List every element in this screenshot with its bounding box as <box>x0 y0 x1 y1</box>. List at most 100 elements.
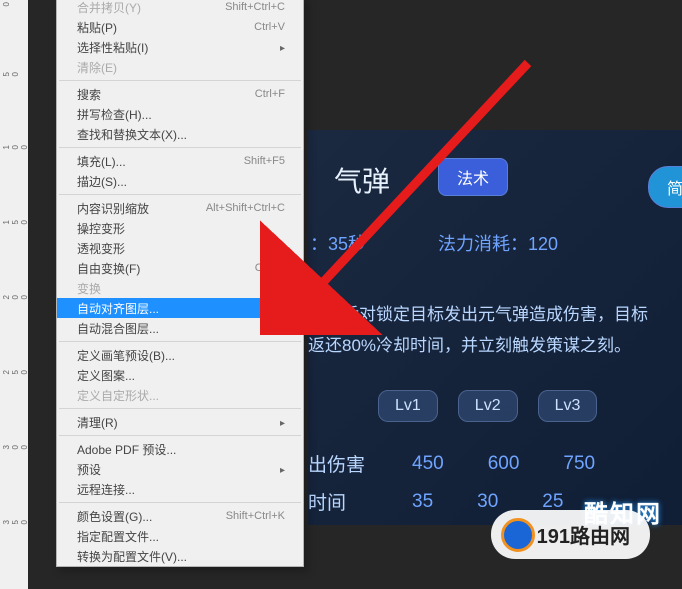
menu-item-label: 内容识别缩放 <box>77 200 149 217</box>
menu-item-shortcut: Ctrl+V <box>254 21 285 33</box>
ruler-tick: 200 <box>2 295 29 299</box>
menu-item[interactable]: 选择性粘贴(I) <box>57 37 303 57</box>
menu-item-shortcut: Ctrl+F <box>255 88 285 100</box>
menu-item-label: 选择性粘贴(I) <box>77 39 148 56</box>
menu-separator <box>59 147 301 148</box>
menu-item[interactable]: 远程连接... <box>57 479 303 499</box>
mana-label: 法力消耗：120 <box>438 230 558 256</box>
ruler-tick: 150 <box>2 220 29 224</box>
menu-item[interactable]: 透视变形 <box>57 238 303 258</box>
menu-item[interactable]: 描边(S)... <box>57 171 303 191</box>
menu-item-label: 填充(L)... <box>77 153 126 170</box>
level-badge: Lv3 <box>538 390 598 422</box>
watermark-191: 191路由网 <box>491 510 650 559</box>
menu-item-label: 定义自定形状... <box>77 387 159 404</box>
menu-item-label: 粘贴(P) <box>77 19 117 36</box>
menu-item-label: 透视变形 <box>77 240 125 257</box>
cell: 35 <box>412 491 433 513</box>
menu-item[interactable]: 清理(R) <box>57 412 303 432</box>
menu-item[interactable]: 搜索 Ctrl+F <box>57 84 303 104</box>
menu-item-label: 自由变换(F) <box>77 260 140 277</box>
menu-item-label: 定义图案... <box>77 367 135 384</box>
menu-item[interactable]: 操控变形 <box>57 218 303 238</box>
edit-context-menu[interactable]: 合并拷贝(Y) Shift+Ctrl+C 粘贴(P) Ctrl+V 选择性粘贴(I) 清除… <box>56 0 304 567</box>
menu-item-shortcut: Shift+Ctrl+K <box>226 510 285 522</box>
skill-title: 气弹 <box>334 160 390 200</box>
cell: 600 <box>488 453 520 475</box>
menu-item[interactable]: 查找和替换文本(X)... <box>57 124 303 144</box>
menu-item-label: 定义画笔预设(B)... <box>77 347 175 364</box>
menu-item[interactable]: 定义画笔预设(B)... <box>57 345 303 365</box>
menu-item-label: 转换为配置文件(V)... <box>77 548 187 565</box>
cell: 450 <box>412 453 444 475</box>
ruler-tick: 300 <box>2 445 29 449</box>
menu-item[interactable]: 指定配置文件... <box>57 526 303 546</box>
menu-item-label: 操控变形 <box>77 220 125 237</box>
menu-item[interactable]: 定义图案... <box>57 365 303 385</box>
menu-item[interactable]: 内容识别缩放Alt+Shift+Ctrl+C <box>57 198 303 218</box>
menu-item-label: 清理(R) <box>77 414 118 431</box>
menu-item-shortcut: Shift+Ctrl+C <box>225 1 285 13</box>
menu-item[interactable]: 自动混合图层... <box>57 318 303 338</box>
menu-item-label: 拼写检查(H)... <box>77 106 152 123</box>
menu-item-label: 描边(S)... <box>77 173 127 190</box>
menu-item: 合并拷贝(Y) Shift+Ctrl+C <box>57 0 303 17</box>
menu-item-label: 颜色设置(G)... <box>77 508 152 525</box>
ruler-tick: 100 <box>2 145 29 149</box>
cooldown-label: ：35秒 <box>310 230 366 256</box>
vertical-ruler: 0 50 100 150 200 250 300 350 <box>0 0 28 589</box>
cell: 30 <box>477 491 498 513</box>
game-skill-panel: 气弹 法术 简 ：35秒 法力消耗：120 蓄力后对锁定目标发出元气弹造成伤害，… <box>308 130 682 525</box>
menu-item-label: 清除(E) <box>77 59 117 76</box>
desc-line: 返还80%冷却时间，并立刻触发策谋之刻。 <box>308 336 631 355</box>
menu-item-shortcut: Shift+F5 <box>244 155 285 167</box>
chevron-right-icon <box>280 415 285 429</box>
menu-item[interactable]: 转换为配置文件(V)... <box>57 546 303 566</box>
ruler-tick: 350 <box>2 520 29 524</box>
menu-separator <box>59 408 301 409</box>
menu-item[interactable]: Adobe PDF 预设... <box>57 439 303 459</box>
menu-item-label: 合并拷贝(Y) <box>77 0 141 16</box>
ruler-tick: 50 <box>2 72 20 76</box>
chevron-right-icon <box>280 40 285 54</box>
skill-description: 蓄力后对锁定目标发出元气弹造成伤害，目标 返还80%冷却时间，并立刻触发策谋之刻… <box>308 300 682 361</box>
ruler-tick: 250 <box>2 370 29 374</box>
menu-item: 定义自定形状... <box>57 385 303 405</box>
ruler-tick: 0 <box>2 2 11 6</box>
skill-type-badge: 法术 <box>438 158 508 196</box>
menu-item-label: Adobe PDF 预设... <box>77 441 176 458</box>
mode-badge[interactable]: 简 <box>648 166 682 208</box>
menu-item-label: 指定配置文件... <box>77 528 159 545</box>
menu-separator <box>59 502 301 503</box>
menu-item-shortcut: Ctrl+T <box>255 262 285 274</box>
menu-item-label: 查找和替换文本(X)... <box>77 126 187 143</box>
menu-separator <box>59 435 301 436</box>
menu-separator <box>59 194 301 195</box>
menu-item-label: 自动混合图层... <box>77 320 159 337</box>
menu-item-label: 搜索 <box>77 86 101 103</box>
level-badge: Lv2 <box>458 390 518 422</box>
menu-item: 变换 <box>57 278 303 298</box>
row-label: 出伤害 <box>308 450 368 477</box>
menu-item[interactable]: 拼写检查(H)... <box>57 104 303 124</box>
level-badge: Lv1 <box>378 390 438 422</box>
level-header-row: Lv1 Lv2 Lv3 <box>378 390 597 422</box>
table-row: 出伤害 450 600 750 <box>308 450 595 477</box>
menu-item[interactable]: 粘贴(P) Ctrl+V <box>57 17 303 37</box>
menu-item: 清除(E) <box>57 57 303 77</box>
chevron-right-icon <box>280 281 285 295</box>
menu-item[interactable]: 预设 <box>57 459 303 479</box>
menu-item[interactable]: 颜色设置(G)... Shift+Ctrl+K <box>57 506 303 526</box>
menu-separator <box>59 80 301 81</box>
menu-item-label: 变换 <box>77 280 101 297</box>
menu-item[interactable]: 填充(L)... Shift+F5 <box>57 151 303 171</box>
menu-item-label: 自动对齐图层... <box>77 300 159 317</box>
menu-item[interactable]: 自由变换(F) Ctrl+T <box>57 258 303 278</box>
cell: 750 <box>563 453 595 475</box>
chevron-right-icon <box>280 462 285 476</box>
menu-item-label: 远程连接... <box>77 481 135 498</box>
menu-item[interactable]: 自动对齐图层... <box>57 298 303 318</box>
menu-item-label: 预设 <box>77 461 101 478</box>
row-label: 时间 <box>308 488 368 515</box>
menu-separator <box>59 341 301 342</box>
